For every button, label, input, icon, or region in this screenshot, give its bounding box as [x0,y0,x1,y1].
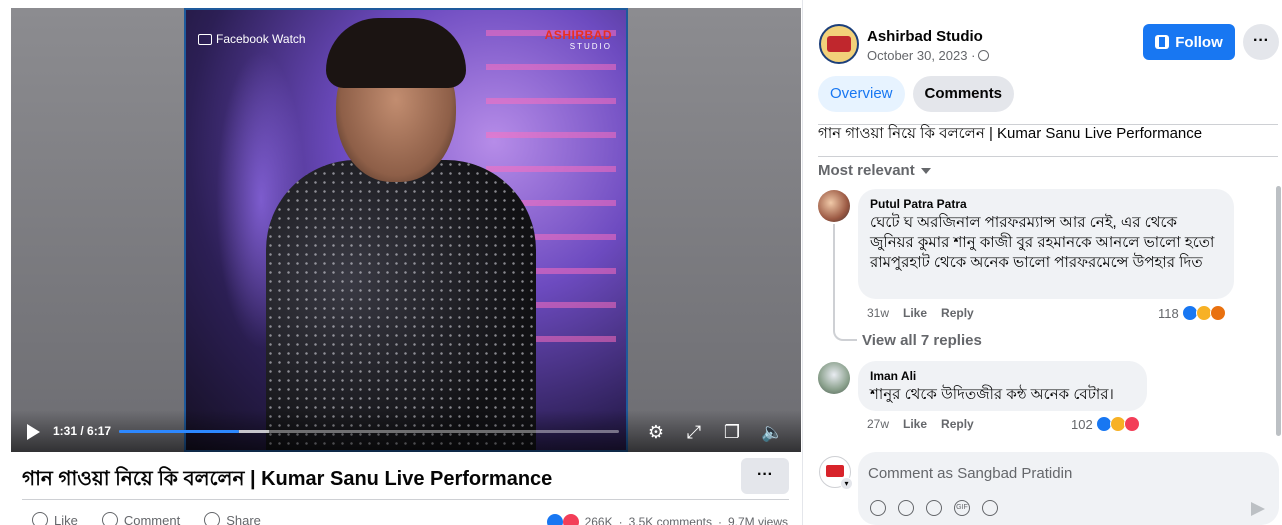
comment-meta: 27w Like Reply [867,417,974,431]
comment-text: ঘেটে ঘ অরজিনাল পারফরম্যান্স আর নেই, এর থ… [870,214,1215,271]
post-more-button[interactable]: ··· [1243,24,1279,60]
post-date[interactable]: October 30, 2023 · [867,48,990,63]
video-more-button[interactable]: ··· [741,458,789,494]
page-logo-mark [827,36,851,52]
comment-input[interactable]: Comment as Sangbad Pratidin [868,465,1072,482]
engagement-stats: 266K · 3.5K comments · 9.7M views [546,514,788,525]
send-icon[interactable] [1251,502,1265,516]
comment-like-button[interactable]: Like [903,306,927,320]
like-reaction-icon [546,514,563,525]
settings-gear-icon[interactable]: ⚙ [645,421,667,443]
love-reaction-icon [562,514,579,525]
watermark-line2: STUDIO [569,42,612,51]
volume-icon[interactable]: 🔈 [761,421,783,443]
camera-icon[interactable] [926,500,942,516]
comment-reply-button[interactable]: Reply [941,306,974,320]
follow-icon [1155,35,1170,49]
sort-dropdown[interactable]: Most relevant [818,162,931,179]
tab-comments[interactable]: Comments [912,76,1015,112]
page-name[interactable]: Ashirbad Studio [867,28,983,45]
channel-watermark: ASHIRBAD STUDIO [545,28,612,51]
share-icon [204,512,221,525]
watch-icon [198,33,212,45]
comment-reactions[interactable]: 102 [1071,416,1140,432]
video-letterbox-left [11,8,184,452]
page-logo-mark [826,465,844,477]
video-column: Facebook Watch ASHIRBAD STUDIO 1:31 / 6:… [0,0,802,525]
facebook-watch-watermark: Facebook Watch [198,32,306,46]
comment-icon [101,512,118,525]
app-root: Facebook Watch ASHIRBAD STUDIO 1:31 / 6:… [0,0,1282,525]
performer-sparkle [266,160,536,450]
comment-reply-button[interactable]: Reply [941,417,974,431]
video-frame[interactable]: Facebook Watch ASHIRBAD STUDIO [184,8,628,452]
views-count: 9.7M views [727,515,788,525]
comment-author[interactable]: Putul Patra Patra [870,197,1222,211]
post-text: গান গাওয়া নিয়ে কি বললেন | Kumar Sanu L… [818,125,1203,142]
buffered-bar [239,430,269,433]
comment-bubble: Putul Patra Patra ঘেটে ঘ অরজিনাল পারফরম্… [858,189,1234,299]
comment-button[interactable]: Comment [101,512,180,525]
like-button[interactable]: Like [32,512,78,525]
comment-composer[interactable]: Comment as Sangbad Pratidin GIF [858,452,1279,525]
performer-hair [326,18,466,88]
progress-fill [119,430,239,433]
emoji-icon[interactable] [898,500,914,516]
action-bar: Like Comment Share [32,512,261,525]
panel-tabs: Overview Comments [818,76,1015,112]
video-controls: 1:31 / 6:17 ⚙ ⤢ ❐ 🔈 [11,410,801,452]
angry-reaction-icon [1209,305,1226,321]
comment-meta: 31w Like Reply [867,306,974,320]
thread-line [833,224,857,341]
page-avatar[interactable] [819,24,859,64]
share-button[interactable]: Share [204,512,261,525]
love-reaction-icon [1123,416,1140,432]
comment-reactions[interactable]: 118 [1158,305,1226,321]
comment-bubble: Iman Ali শানুর থেকে উদিতজীর কন্ঠ অনেক বে… [858,361,1147,411]
video-time: 1:31 / 6:17 [53,424,112,438]
view-replies-link[interactable]: View all 7 replies [862,332,982,349]
avatar[interactable] [818,362,850,394]
chevron-down-icon[interactable]: ▾ [840,477,853,490]
scrollbar[interactable] [1276,186,1281,436]
composer-tools: GIF [870,500,998,516]
comment-like-button[interactable]: Like [903,417,927,431]
fullscreen-expand-icon[interactable]: ⤢ [683,421,705,443]
video-letterbox-right [628,8,801,452]
progress-bar[interactable] [119,430,619,433]
composer-avatar[interactable]: ▾ [819,456,853,490]
tab-overview[interactable]: Overview [818,76,905,112]
divider [22,499,789,500]
comment-author[interactable]: Iman Ali [870,369,1135,383]
play-icon[interactable] [27,424,40,440]
comment-time[interactable]: 27w [867,417,889,431]
watermark-left-text: Facebook Watch [216,32,306,46]
watermark-line1: ASHIRBAD [544,28,612,42]
comment-text: শানুর থেকে উদিতজীর কন্ঠ অনেক বেটার। [870,386,1114,403]
comments-count[interactable]: 3.5K comments [629,515,712,525]
video-player[interactable]: Facebook Watch ASHIRBAD STUDIO [11,8,801,452]
avatar[interactable] [818,190,850,222]
thumbs-up-icon [32,512,48,525]
avatar-sticker-icon[interactable] [870,500,886,516]
divider [818,156,1278,157]
video-title: গান গাওয়া নিয়ে কি বললেন | Kumar Sanu L… [22,468,553,490]
sticker-icon[interactable] [982,500,998,516]
gif-icon[interactable]: GIF [954,500,970,516]
globe-icon [978,50,990,61]
caret-down-icon [920,167,931,174]
comment-time[interactable]: 31w [867,306,889,320]
picture-in-picture-icon[interactable]: ❐ [721,421,743,443]
post-panel: Ashirbad Studio October 30, 2023 · Follo… [802,0,1282,525]
follow-button[interactable]: Follow [1143,24,1235,60]
reactions-count[interactable]: 266K [585,515,613,525]
